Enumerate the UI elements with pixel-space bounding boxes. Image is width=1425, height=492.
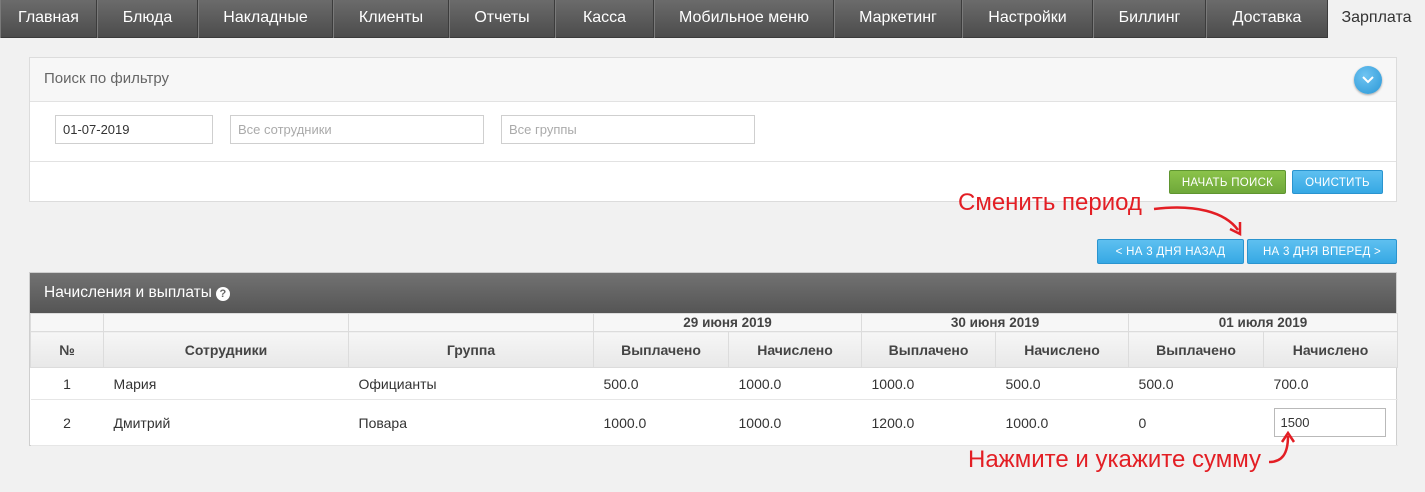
payroll-panel: Начисления и выплаты? 29 июня 2019 30 ию… <box>29 272 1399 446</box>
nav-item-mobile-menu[interactable]: Мобильное меню <box>654 0 834 38</box>
filter-title: Поиск по фильтру <box>44 70 170 87</box>
nav-item-reports[interactable]: Отчеты <box>449 0 555 38</box>
paid-value[interactable]: 1200.0 <box>861 399 996 446</box>
main-nav: Главная Блюда Накладные Клиенты Отчеты К… <box>0 0 1425 38</box>
col-paid[interactable]: Выплачено <box>593 331 729 368</box>
help-icon[interactable]: ? <box>215 287 230 301</box>
nav-item-marketing[interactable]: Маркетинг <box>834 0 962 38</box>
accrued-value[interactable]: 1000.0 <box>728 367 862 400</box>
employees-select[interactable]: Все сотрудники <box>230 115 484 144</box>
col-accrued[interactable]: Начислено <box>727 331 863 368</box>
nav-item-billing[interactable]: Биллинг <box>1093 0 1206 38</box>
col-employees[interactable]: Сотрудники <box>103 331 349 368</box>
col-paid[interactable]: Выплачено <box>861 331 997 368</box>
nav-item-invoices[interactable]: Накладные <box>198 0 333 38</box>
clear-button[interactable]: ОЧИСТИТЬ <box>1292 170 1383 194</box>
period-back-button[interactable]: < НА 3 ДНЯ НАЗАД <box>1097 239 1244 264</box>
paid-value[interactable]: 500.0 <box>1128 367 1264 400</box>
paid-value[interactable]: 0 <box>1128 399 1264 446</box>
row-number: 2 <box>30 399 104 446</box>
employee-group: Официанты <box>348 367 594 400</box>
table-row: 2 Дмитрий Повара 1000.0 1000.0 1200.0 10… <box>30 399 1398 446</box>
nav-item-clients[interactable]: Клиенты <box>333 0 449 38</box>
search-button[interactable]: НАЧАТЬ ПОИСК <box>1169 170 1286 194</box>
date-header-row: 29 июня 2019 30 июня 2019 01 июля 2019 <box>30 313 1399 332</box>
col-paid[interactable]: Выплачено <box>1128 331 1265 368</box>
annotation-change-period: Сменить период <box>958 189 1142 216</box>
col-num[interactable]: № <box>30 331 104 368</box>
col-group[interactable]: Группа <box>348 331 594 368</box>
employee-name: Мария <box>103 367 349 400</box>
paid-value[interactable]: 1000.0 <box>593 399 729 446</box>
nav-item-dishes[interactable]: Блюда <box>97 0 198 38</box>
accrued-value[interactable]: 500.0 <box>995 367 1129 400</box>
annotation-enter-amount: Нажмите и укажите сумму <box>968 446 1262 473</box>
employee-name: Дмитрий <box>103 399 349 446</box>
date-header: 01 июля 2019 <box>1128 313 1399 332</box>
paid-value[interactable]: 500.0 <box>593 367 729 400</box>
col-accrued[interactable]: Начислено <box>995 331 1130 368</box>
payroll-title: Начисления и выплаты <box>44 284 212 301</box>
paid-value[interactable]: 1000.0 <box>861 367 996 400</box>
period-forward-button[interactable]: НА 3 ДНЯ ВПЕРЕД > <box>1247 239 1397 264</box>
date-input[interactable]: 01-07-2019 <box>55 115 213 144</box>
nav-item-cashbox[interactable]: Касса <box>555 0 654 38</box>
table-row: 1 Мария Официанты 500.0 1000.0 1000.0 50… <box>30 367 1398 400</box>
filter-header[interactable]: Поиск по фильтру <box>30 58 1396 102</box>
nav-item-salary[interactable]: Зарплата <box>1328 0 1425 38</box>
filter-panel: Поиск по фильтру 01-07-2019 Все сотрудни… <box>29 57 1397 202</box>
annotation-arrow-icon <box>1268 430 1296 464</box>
accrued-value[interactable]: 700.0 <box>1263 367 1398 400</box>
date-header: 29 июня 2019 <box>592 313 863 332</box>
col-accrued[interactable]: Начислено <box>1263 331 1399 368</box>
date-header: 30 июня 2019 <box>861 313 1130 332</box>
annotation-arrow-icon <box>1153 206 1242 237</box>
employee-group: Повара <box>348 399 594 446</box>
accrued-value[interactable]: 1000.0 <box>728 399 862 446</box>
nav-item-delivery[interactable]: Доставка <box>1206 0 1328 38</box>
collapse-toggle-icon[interactable] <box>1354 66 1382 94</box>
payroll-table: 29 июня 2019 30 июня 2019 01 июля 2019 №… <box>30 313 1399 446</box>
nav-item-home[interactable]: Главная <box>0 0 97 38</box>
filter-fields: 01-07-2019 Все сотрудники Все группы <box>30 102 1396 162</box>
row-number: 1 <box>30 367 104 400</box>
groups-select[interactable]: Все группы <box>501 115 755 144</box>
payroll-header: Начисления и выплаты? <box>30 273 1396 313</box>
accrued-value[interactable]: 1000.0 <box>995 399 1129 446</box>
column-header-row: № Сотрудники Группа Выплачено Начислено … <box>30 331 1399 368</box>
nav-item-settings[interactable]: Настройки <box>962 0 1093 38</box>
